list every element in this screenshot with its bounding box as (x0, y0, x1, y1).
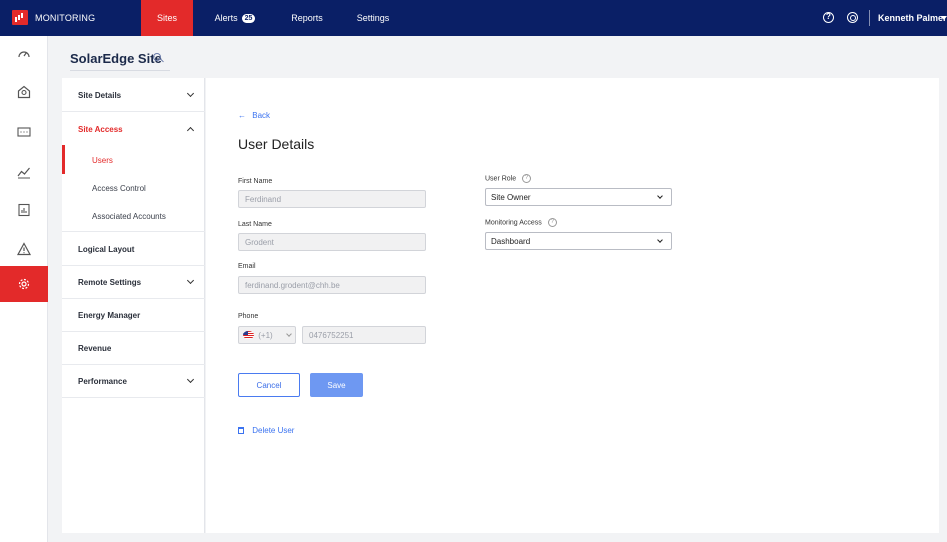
sidebar-subitem-label: Associated Accounts (92, 212, 166, 221)
rail-settings[interactable] (0, 266, 48, 302)
monitoring-access-label-row: Monitoring Access ? (485, 218, 557, 227)
back-label: Back (252, 111, 271, 120)
user-details-panel (206, 78, 939, 533)
chevron-down-icon (657, 237, 663, 243)
tab-reports[interactable]: Reports (279, 0, 335, 36)
user-menu-name[interactable]: Kenneth Palmer (878, 13, 947, 23)
phone-country-code: (+1) (258, 331, 273, 340)
sidebar-subitem-users[interactable]: Users (62, 145, 205, 174)
alerts-warning-icon (17, 242, 31, 256)
tab-alerts-label: Alerts (214, 13, 238, 23)
left-icon-rail (0, 36, 48, 542)
phone-country-select[interactable]: (+1) (238, 326, 296, 344)
reports-icon (18, 203, 30, 217)
panels-grid-icon (17, 127, 31, 137)
settings-gear-icon (18, 278, 30, 290)
brand-label: MONITORING (35, 13, 96, 23)
sidebar-item-label: Energy Manager (78, 311, 141, 320)
us-flag-icon (243, 331, 254, 339)
chevron-down-icon (286, 331, 292, 337)
site-layout-icon (17, 85, 31, 99)
tab-alerts[interactable]: Alerts 25 (205, 0, 265, 36)
delete-user-link[interactable]: Delete User (238, 426, 294, 435)
phone-number-field[interactable]: 0476752251 (302, 326, 426, 344)
cancel-button[interactable]: Cancel (238, 373, 300, 397)
chevron-down-icon (186, 89, 195, 98)
sidebar-item-label: Revenue (78, 344, 112, 353)
sidebar-item-logical-layout[interactable]: Logical Layout (62, 232, 205, 266)
rail-alerts[interactable] (0, 231, 48, 267)
chevron-down-icon (186, 276, 195, 285)
delete-user-label: Delete User (252, 426, 295, 435)
email-field[interactable]: ferdinand.grodent@chh.be (238, 276, 426, 294)
sidebar-item-label: Site Access (78, 125, 123, 134)
last-name-label: Last Name (238, 221, 272, 228)
monitoring-access-label: Monitoring Access (485, 219, 542, 227)
tab-sites[interactable]: Sites (141, 0, 193, 36)
chevron-down-icon[interactable] (941, 16, 947, 20)
rail-dashboard[interactable] (0, 36, 48, 72)
chevron-down-icon (657, 193, 663, 199)
first-name-field[interactable]: Ferdinand (238, 190, 426, 208)
site-title-underline (70, 70, 170, 71)
sidebar-item-label: Remote Settings (78, 278, 142, 287)
support-icon[interactable] (847, 12, 858, 23)
tab-settings[interactable]: Settings (345, 0, 401, 36)
sidebar-subitem-access-control[interactable]: Access Control (62, 174, 205, 203)
dashboard-gauge-icon (18, 51, 30, 58)
sidebar-item-site-details[interactable]: Site Details (62, 78, 205, 112)
sidebar-item-remote-settings[interactable]: Remote Settings (62, 266, 205, 299)
back-link[interactable]: ← Back (238, 111, 270, 120)
charts-trend-icon (17, 167, 30, 179)
user-role-value: Site Owner (491, 193, 531, 202)
monitoring-logo-icon[interactable] (12, 10, 28, 25)
tab-reports-label: Reports (291, 13, 323, 23)
alerts-count-badge: 25 (241, 13, 256, 23)
site-title: SolarEdge Site (70, 51, 162, 66)
sidebar-item-revenue[interactable]: Revenue (62, 332, 205, 365)
monitoring-access-value: Dashboard (491, 237, 531, 246)
first-name-label: First Name (238, 178, 273, 185)
phone-label: Phone (238, 313, 259, 320)
back-arrow-icon: ← (238, 111, 246, 120)
tab-settings-label: Settings (356, 13, 390, 23)
email-label: Email (238, 263, 256, 270)
sidebar-item-label: Site Details (78, 91, 122, 100)
sidebar-item-label: Performance (78, 377, 127, 386)
user-role-select[interactable]: Site Owner (485, 188, 672, 206)
tab-sites-label: Sites (156, 13, 177, 23)
sidebar-item-site-access[interactable]: Site Access (62, 112, 205, 145)
top-navigation-bar: MONITORING Sites Alerts 25 Reports Setti… (0, 0, 947, 36)
sidebar-item-energy-manager[interactable]: Energy Manager (62, 299, 205, 332)
save-button[interactable]: Save (310, 373, 363, 397)
last-name-field[interactable]: Grodent (238, 233, 426, 251)
rail-charts[interactable] (0, 154, 48, 190)
help-icon[interactable]: ? (547, 218, 557, 227)
rail-reports[interactable] (0, 192, 48, 228)
chevron-up-icon (186, 126, 195, 135)
sidebar-subitem-label: Access Control (92, 184, 146, 193)
sidebar-item-performance[interactable]: Performance (62, 365, 205, 398)
topbar-divider (869, 10, 870, 26)
sidebar-subitem-label: Users (92, 156, 113, 165)
help-icon[interactable]: ? (522, 174, 532, 183)
user-role-label-row: User Role ? (485, 174, 532, 183)
settings-side-nav: Site Details Site Access Users Access Co… (62, 78, 205, 533)
chevron-down-icon (186, 375, 195, 384)
rail-site-layout[interactable] (0, 74, 48, 110)
user-role-label: User Role (485, 175, 517, 183)
rail-panels[interactable] (0, 114, 48, 150)
page-title: User Details (238, 136, 315, 152)
monitoring-access-select[interactable]: Dashboard (485, 232, 672, 250)
search-icon[interactable] (153, 53, 161, 61)
trash-icon (238, 427, 244, 434)
sidebar-item-label: Logical Layout (78, 245, 135, 254)
sidebar-subitem-associated-accounts[interactable]: Associated Accounts (62, 203, 205, 232)
help-icon[interactable] (823, 12, 834, 23)
